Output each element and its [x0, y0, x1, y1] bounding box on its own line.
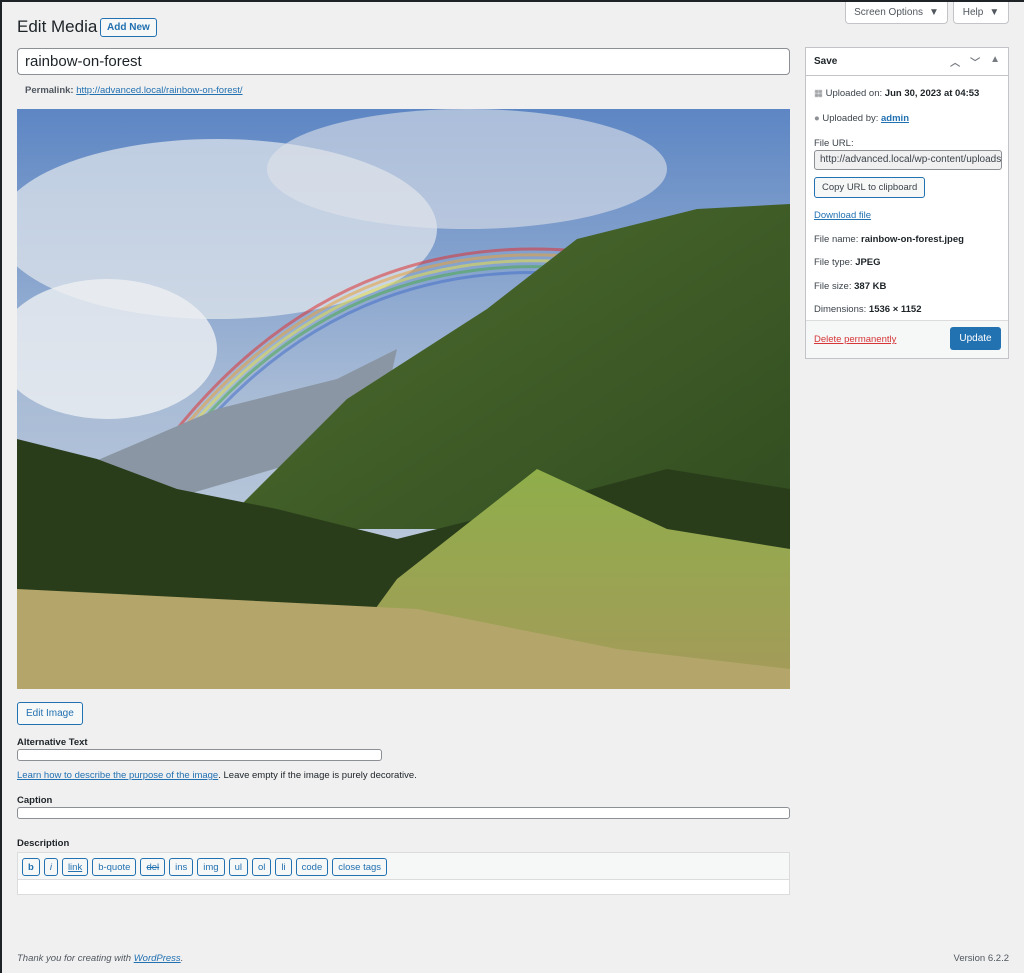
- save-metabox-header: Save ︿ ﹀ ▲: [806, 48, 1008, 76]
- alt-help-link[interactable]: Learn how to describe the purpose of the…: [17, 770, 218, 781]
- caption-label: Caption: [17, 795, 53, 806]
- update-button[interactable]: Update: [950, 327, 1001, 350]
- quicktag-b[interactable]: b: [22, 858, 40, 876]
- uploaded-by-label: Uploaded by:: [822, 113, 879, 124]
- footer-version: Version 6.2.2: [953, 953, 1009, 964]
- file-type-value: JPEG: [855, 257, 881, 268]
- alt-text-label: Alternative Text: [17, 737, 88, 748]
- quicktag-ul[interactable]: ul: [228, 858, 248, 876]
- delete-permanently-link[interactable]: Delete permanently: [814, 334, 896, 345]
- file-size: File size: 387 KB: [814, 281, 886, 292]
- file-size-value: 387 KB: [854, 281, 887, 292]
- footer-thanks-text: Thank you for creating with: [17, 953, 134, 964]
- quicktag-b-quote[interactable]: b-quote: [92, 858, 137, 876]
- uploaded-on-label: Uploaded on:: [825, 88, 883, 99]
- quicktags-toolbar: b i link b-quote del ins img ul ol li co…: [18, 853, 789, 881]
- download-file-link[interactable]: Download file: [814, 210, 871, 221]
- file-size-label: File size:: [814, 281, 852, 292]
- dimensions-value: 1536 × 1152: [868, 304, 922, 315]
- uploaded-by: ● Uploaded by: admin: [814, 113, 909, 124]
- quicktag-close-tags[interactable]: close tags: [332, 858, 388, 876]
- edit-image-button[interactable]: Edit Image: [17, 702, 83, 725]
- uploaded-by-link[interactable]: admin: [881, 113, 909, 124]
- dimensions-label: Dimensions:: [814, 304, 867, 315]
- calendar-icon: ▦: [814, 88, 823, 99]
- user-icon: ●: [814, 113, 820, 124]
- file-name-value: rainbow-on-forest.jpeg: [861, 234, 964, 245]
- footer-thanks: Thank you for creating with WordPress.: [17, 953, 183, 964]
- description-label: Description: [17, 838, 70, 849]
- permalink: Permalink: http://advanced.local/rainbow…: [25, 85, 243, 96]
- file-type-label: File type:: [814, 257, 853, 268]
- chevron-down-icon[interactable]: ﹀: [970, 54, 980, 69]
- quicktag-del[interactable]: del: [140, 858, 166, 876]
- media-image: [17, 109, 790, 689]
- save-metabox-title: Save: [814, 56, 838, 67]
- screen-options-button[interactable]: Screen Options ▼: [845, 2, 948, 24]
- description-editor: b i link b-quote del ins img ul ol li co…: [17, 852, 790, 895]
- file-url-input[interactable]: http://advanced.local/wp-content/uploads…: [814, 150, 1002, 170]
- save-metabox-footer: Delete permanently Update: [806, 320, 1008, 358]
- permalink-link[interactable]: http://advanced.local/rainbow-on-forest/: [76, 85, 242, 96]
- wordpress-link[interactable]: WordPress: [134, 953, 181, 964]
- alt-text-help: Learn how to describe the purpose of the…: [17, 770, 417, 781]
- toggle-panel-icon[interactable]: ▲: [990, 54, 1000, 69]
- permalink-label: Permalink:: [25, 85, 74, 96]
- caret-down-icon: ▼: [989, 7, 1000, 18]
- alt-help-text: . Leave empty if the image is purely dec…: [218, 770, 417, 781]
- quicktag-ins[interactable]: ins: [169, 858, 194, 876]
- alt-text-input[interactable]: [17, 749, 382, 761]
- page-title: Edit Media: [17, 17, 98, 36]
- dimensions: Dimensions: 1536 × 1152: [814, 304, 922, 315]
- quicktag-ol[interactable]: ol: [252, 858, 272, 876]
- uploaded-on-value: Jun 30, 2023 at 04:53: [884, 88, 980, 99]
- caption-input[interactable]: [17, 807, 790, 819]
- description-textarea[interactable]: [18, 879, 789, 894]
- title-input[interactable]: rainbow-on-forest: [17, 48, 790, 75]
- add-new-button[interactable]: Add New: [100, 18, 157, 37]
- copy-url-button[interactable]: Copy URL to clipboard: [814, 177, 926, 198]
- file-type: File type: JPEG: [814, 257, 881, 268]
- uploaded-on: ▦ Uploaded on: Jun 30, 2023 at 04:53: [814, 88, 979, 99]
- help-label: Help: [962, 7, 984, 18]
- caret-down-icon: ▼: [929, 7, 939, 18]
- screen-options-label: Screen Options: [854, 7, 924, 18]
- quicktag-img[interactable]: img: [197, 858, 225, 876]
- save-metabox: Save ︿ ﹀ ▲ ▦ Uploaded on: Jun 30, 2023 at …: [805, 47, 1009, 359]
- quicktag-code[interactable]: code: [295, 858, 329, 876]
- quicktag-li[interactable]: li: [275, 858, 292, 876]
- help-button[interactable]: Help ▼: [953, 2, 1009, 24]
- quicktag-link[interactable]: link: [61, 858, 89, 876]
- file-name-label: File name:: [814, 234, 859, 245]
- footer-thanks-end: .: [180, 953, 184, 964]
- quicktag-i[interactable]: i: [43, 858, 58, 876]
- file-url-label: File URL:: [814, 138, 854, 149]
- file-name: File name: rainbow-on-forest.jpeg: [814, 234, 964, 245]
- chevron-up-icon[interactable]: ︿: [950, 54, 960, 69]
